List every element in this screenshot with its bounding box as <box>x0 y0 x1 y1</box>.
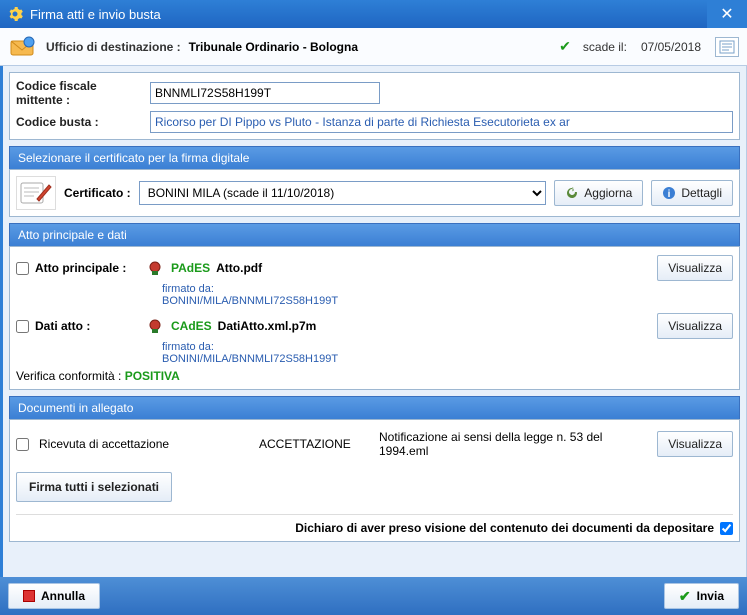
close-icon: ✕ <box>720 4 733 24</box>
cf-label: Codice fiscale mittente : <box>16 79 144 107</box>
doc-section-body: Atto principale : PAdES Atto.pdf Visuali… <box>9 246 740 390</box>
declare-label: Dichiaro di aver preso visione del conte… <box>295 521 714 535</box>
refresh-label: Aggiorna <box>584 186 632 200</box>
cancel-icon <box>23 590 35 602</box>
cert-label: Certificato : <box>64 186 131 200</box>
titlebar: Firma atti e invio busta ✕ <box>0 0 747 28</box>
data-row: Dati atto : CAdES DatiAtto.xml.p7m Visua… <box>16 313 733 339</box>
attachment-checkbox[interactable] <box>16 438 29 451</box>
view-data-button[interactable]: Visualizza <box>657 313 733 339</box>
envelope-icon <box>8 33 38 61</box>
cades-tag: CAdES <box>171 319 212 333</box>
verify-value: POSITIVA <box>125 369 180 383</box>
svg-text:i: i <box>668 189 671 200</box>
seal-icon <box>145 317 165 335</box>
pades-tag: PAdES <box>171 261 210 275</box>
content-area: Codice fiscale mittente : Codice busta :… <box>0 66 747 577</box>
attachment-row: Ricevuta di accettazione ACCETTAZIONE No… <box>16 430 733 458</box>
seal-icon <box>145 259 165 277</box>
deadline-value: 07/05/2018 <box>641 40 701 54</box>
window-close-button[interactable]: ✕ <box>707 0 747 28</box>
details-button[interactable]: i Dettagli <box>651 180 733 206</box>
gear-icon <box>6 5 24 23</box>
principal-label: Atto principale : <box>35 261 139 275</box>
data-file: DatiAtto.xml.p7m <box>218 319 317 333</box>
declare-row: Dichiaro di aver preso visione del conte… <box>16 514 733 535</box>
data-signed-by: firmato da: BONINI/MILA/BNNMLI72S58H199T <box>162 341 733 365</box>
principal-checkbox[interactable] <box>16 262 29 275</box>
window-title: Firma atti e invio busta <box>30 7 707 22</box>
verify-row: Verifica conformità : POSITIVA <box>16 369 733 383</box>
bcode-value[interactable]: Ricorso per DI Pippo vs Pluto - Istanza … <box>150 111 733 133</box>
check-icon: ✔ <box>679 588 691 605</box>
dest-value: Tribunale Ordinario - Bologna <box>189 40 358 54</box>
data-label: Dati atto : <box>35 319 139 333</box>
signature-icon <box>16 176 56 210</box>
certificate-select[interactable]: BONINI MILA (scade il 11/10/2018) <box>139 181 547 205</box>
doc-section-title: Atto principale e dati <box>9 223 740 246</box>
check-icon: ✔ <box>559 38 571 55</box>
attachment-desc: Notificazione ai sensi della legge n. 53… <box>379 430 647 458</box>
cert-section-body: Certificato : BONINI MILA (scade il 11/1… <box>9 169 740 217</box>
attach-section-body: Ricevuta di accettazione ACCETTAZIONE No… <box>9 419 740 542</box>
refresh-button[interactable]: Aggiorna <box>554 180 643 206</box>
attachment-name: Ricevuta di accettazione <box>39 437 249 451</box>
attachment-type: ACCETTAZIONE <box>259 437 369 451</box>
sign-selected-button[interactable]: Firma tutti i selezionati <box>16 472 172 502</box>
cf-input[interactable] <box>150 82 380 104</box>
principal-file: Atto.pdf <box>216 261 262 275</box>
footer-bar: Annulla ✔ Invia <box>0 577 747 615</box>
data-checkbox[interactable] <box>16 320 29 333</box>
view-principal-button[interactable]: Visualizza <box>657 255 733 281</box>
bcode-label: Codice busta : <box>16 115 144 129</box>
declare-checkbox[interactable] <box>720 522 733 535</box>
send-button[interactable]: ✔ Invia <box>664 583 739 609</box>
dest-label: Ufficio di destinazione : <box>46 40 181 54</box>
document-icon-button[interactable] <box>715 37 739 57</box>
attach-section-title: Documenti in allegato <box>9 396 740 419</box>
sender-panel: Codice fiscale mittente : Codice busta :… <box>9 72 740 140</box>
verify-label: Verifica conformità : <box>16 369 121 383</box>
principal-row: Atto principale : PAdES Atto.pdf Visuali… <box>16 255 733 281</box>
deadline-label: scade il: <box>583 40 627 54</box>
cancel-button[interactable]: Annulla <box>8 583 100 609</box>
refresh-icon <box>565 186 579 200</box>
view-attachment-button[interactable]: Visualizza <box>657 431 733 457</box>
details-label: Dettagli <box>681 186 722 200</box>
principal-signed-by: firmato da: BONINI/MILA/BNNMLI72S58H199T <box>162 283 733 307</box>
cert-section-title: Selezionare il certificato per la firma … <box>9 146 740 169</box>
destination-bar: Ufficio di destinazione : Tribunale Ordi… <box>0 28 747 66</box>
info-icon: i <box>662 186 676 200</box>
